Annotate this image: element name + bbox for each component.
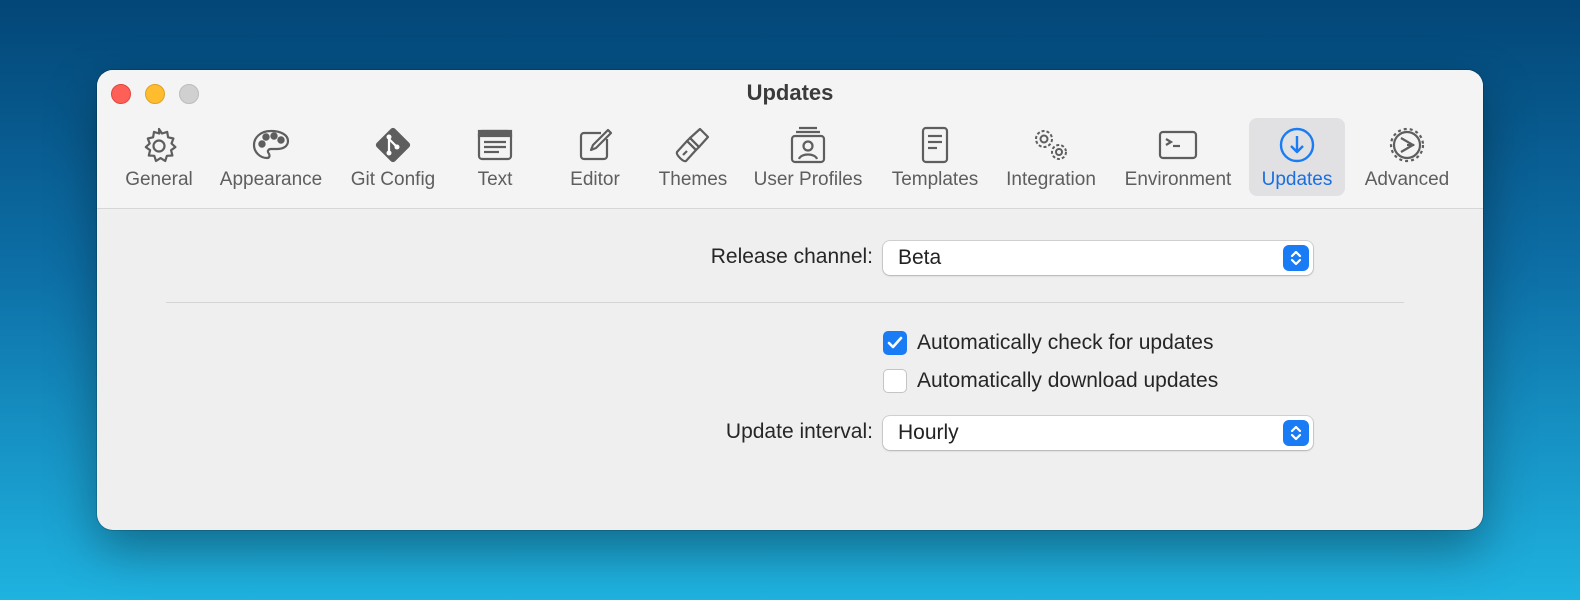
update-interval-value: Hourly xyxy=(898,421,959,444)
tab-templates[interactable]: Templates xyxy=(885,118,985,196)
tab-environment[interactable]: Environment xyxy=(1119,118,1237,196)
tab-updates[interactable]: Updates xyxy=(1249,118,1345,196)
gears-icon xyxy=(1030,124,1072,166)
tab-environment-label: Environment xyxy=(1124,169,1232,190)
preferences-window: Updates General Appearance Git Config Te… xyxy=(97,70,1483,530)
update-interval-label: Update interval: xyxy=(725,420,873,443)
tab-user-profiles-label: User Profiles xyxy=(753,169,863,190)
auto-check-checkbox[interactable] xyxy=(883,331,907,355)
tab-general-label: General xyxy=(125,169,193,190)
title-bar: Updates General Appearance Git Config Te… xyxy=(97,70,1483,209)
editor-icon xyxy=(574,124,616,166)
tab-templates-label: Templates xyxy=(891,169,979,190)
release-channel-select[interactable]: Beta xyxy=(883,241,1313,275)
tab-user-profiles[interactable]: User Profiles xyxy=(749,118,867,196)
update-interval-select[interactable]: Hourly xyxy=(883,416,1313,450)
tab-text[interactable]: Text xyxy=(459,118,531,196)
tab-themes-label: Themes xyxy=(658,169,728,190)
gear-icon xyxy=(138,124,180,166)
auto-download-checkbox[interactable] xyxy=(883,369,907,393)
release-channel-value: Beta xyxy=(898,246,942,269)
palette-icon xyxy=(250,124,292,166)
terminal-icon xyxy=(1157,124,1199,166)
auto-check-row[interactable]: Automatically check for updates xyxy=(883,331,1213,355)
tab-git-config[interactable]: Git Config xyxy=(341,118,445,196)
tab-advanced-label: Advanced xyxy=(1364,169,1450,190)
tab-appearance-label: Appearance xyxy=(219,169,323,190)
tab-editor[interactable]: Editor xyxy=(555,118,635,196)
chevron-up-down-icon xyxy=(1283,245,1309,271)
tab-integration[interactable]: Integration xyxy=(999,118,1103,196)
checkmark-icon xyxy=(887,336,903,349)
tab-git-config-label: Git Config xyxy=(350,169,436,190)
tab-integration-label: Integration xyxy=(1006,169,1096,190)
advanced-gear-icon xyxy=(1386,124,1428,166)
brush-icon xyxy=(672,124,714,166)
section-divider xyxy=(166,302,1404,303)
auto-download-label[interactable]: Automatically download updates xyxy=(917,369,1218,393)
tab-appearance[interactable]: Appearance xyxy=(213,118,329,196)
auto-download-row[interactable]: Automatically download updates xyxy=(883,369,1218,393)
tab-editor-label: Editor xyxy=(570,169,620,190)
tab-general[interactable]: General xyxy=(117,118,201,196)
tab-text-label: Text xyxy=(477,169,513,190)
git-icon xyxy=(372,124,414,166)
text-icon xyxy=(474,124,516,166)
user-profiles-icon xyxy=(787,124,829,166)
tab-updates-label: Updates xyxy=(1261,169,1333,190)
tab-advanced[interactable]: Advanced xyxy=(1359,118,1455,196)
chevron-up-down-icon xyxy=(1283,420,1309,446)
tab-themes[interactable]: Themes xyxy=(649,118,737,196)
updates-pane: Release channel: Beta Automatically chec… xyxy=(97,209,1483,530)
window-title: Updates xyxy=(746,80,834,105)
download-circle-icon xyxy=(1276,124,1318,166)
release-channel-label: Release channel: xyxy=(710,245,873,268)
template-icon xyxy=(914,124,956,166)
auto-check-label[interactable]: Automatically check for updates xyxy=(917,331,1213,355)
